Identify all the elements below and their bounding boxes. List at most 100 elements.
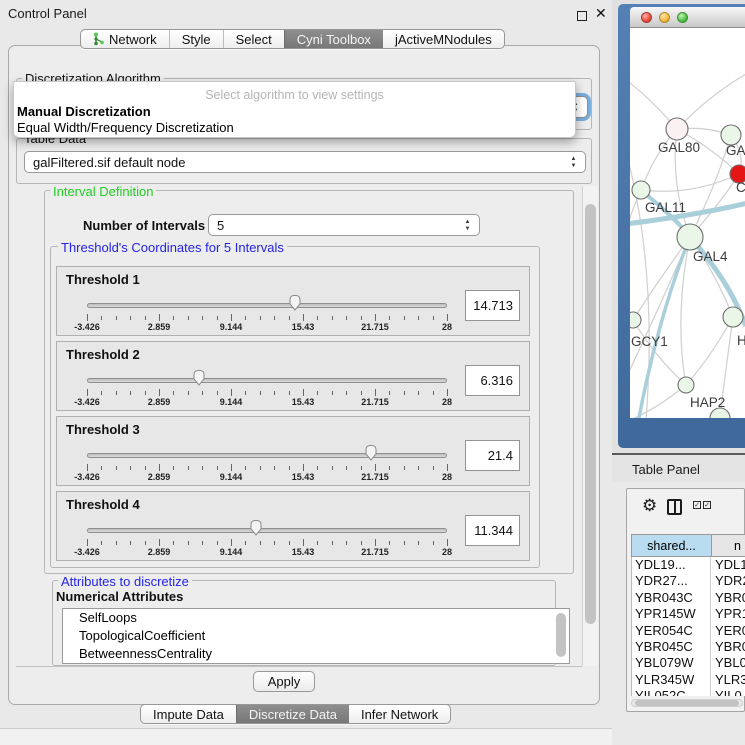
ruler-tick (116, 466, 117, 470)
zoom-traffic-light-icon[interactable] (677, 12, 688, 23)
close-traffic-light-icon[interactable] (641, 12, 652, 23)
close-icon[interactable]: ✕ (595, 5, 607, 22)
tab-infer-network[interactable]: Infer Network (349, 705, 450, 723)
ruler-tick (274, 541, 275, 545)
ruler-tick (346, 466, 347, 470)
cell-shared-name: YBL079W (635, 655, 694, 671)
threshold-value-field[interactable]: 6.316 (465, 365, 520, 396)
table-row[interactable]: YBR043CYBR0 (632, 590, 745, 606)
table-row[interactable]: YBR045CYBR0 (632, 639, 745, 655)
slider-thumb[interactable] (288, 294, 302, 311)
table-row[interactable]: YDL19...YDL1 (632, 557, 745, 573)
network-window-titlebar[interactable] (630, 7, 745, 28)
node-gal80[interactable] (666, 118, 688, 140)
threshold-value-field[interactable]: 14.713 (465, 290, 520, 321)
ruler-tick-label: 15.43 (292, 472, 315, 482)
ruler-tick (231, 389, 232, 396)
split-columns-icon[interactable] (667, 499, 682, 515)
table-row[interactable]: YIL052CYIL0 (632, 688, 745, 696)
ruler-tick (145, 391, 146, 395)
threshold-value-field[interactable]: 21.4 (465, 440, 520, 471)
float-panel-icon[interactable] (577, 11, 587, 21)
dropdown-option-equal-width[interactable]: Equal Width/Frequency Discretization (17, 120, 573, 136)
ruler-tick (389, 541, 390, 545)
ruler-tick (202, 541, 203, 545)
table-row[interactable]: YPR145WYPR1 (632, 606, 745, 622)
slider-track[interactable] (87, 378, 447, 383)
ruler-tick-label: 28 (442, 547, 452, 557)
node-gal4[interactable] (677, 224, 703, 250)
scrollbar-thumb[interactable] (585, 204, 596, 624)
ruler-tick (159, 314, 160, 321)
table-row[interactable]: YDR27...YDR2 (632, 573, 745, 589)
checkbox-icon[interactable]: ✓ (703, 501, 711, 509)
ruler-tick (332, 466, 333, 470)
cell-name: YBL0 (715, 655, 745, 671)
status-strip (0, 728, 612, 745)
network-canvas[interactable]: GAL80GACGAL11GAL4GCY1HHAP2 (630, 28, 745, 418)
control-panel-titlebar: Control Panel ✕ (0, 0, 612, 27)
list-scrollbar[interactable] (555, 611, 567, 663)
tab-style[interactable]: Style (169, 30, 223, 48)
ruler-tick (418, 541, 419, 545)
scrollbar-thumb[interactable] (556, 613, 566, 657)
ruler-tick (87, 539, 88, 546)
ruler-tick (418, 316, 419, 320)
control-panel: Control Panel ✕ Network Style Select Cyn… (0, 0, 612, 745)
tab-impute-data[interactable]: Impute Data (141, 705, 236, 723)
numerical-attributes-list[interactable]: SelfLoopsTopologicalCoefficientBetweenne… (62, 608, 570, 664)
num-intervals-combobox[interactable]: 5 ▲▼ (208, 214, 480, 236)
ruler-tick (361, 541, 362, 545)
ruler-tick-label: 21.715 (361, 547, 389, 557)
ruler-tick (159, 389, 160, 396)
column-header-shared-name[interactable]: shared... (631, 534, 711, 557)
table-row[interactable]: YLR345WYLR3 (632, 672, 745, 688)
node[interactable] (721, 125, 741, 145)
table-row[interactable]: YER054CYER0 (632, 623, 745, 639)
ruler-tick (145, 541, 146, 545)
slider-track[interactable] (87, 453, 447, 458)
main-vertical-scrollbar[interactable] (582, 186, 598, 666)
ruler-tick (418, 391, 419, 395)
slider-track[interactable] (87, 303, 447, 308)
slider-thumb[interactable] (249, 519, 263, 536)
node-gal11[interactable] (632, 181, 650, 199)
tab-network[interactable]: Network (81, 30, 169, 48)
column-header-name[interactable]: n (711, 534, 745, 557)
horizontal-scrollbar[interactable] (631, 699, 743, 707)
ruler-tick-label: 9.144 (220, 547, 243, 557)
ruler-tick (303, 464, 304, 471)
attribute-list-item[interactable]: TopologicalCoefficient (63, 627, 569, 645)
dropdown-option-manual[interactable]: Manual Discretization (17, 104, 573, 120)
ruler-tick (389, 466, 390, 470)
ruler-tick-label: 9.144 (220, 322, 243, 332)
minimize-traffic-light-icon[interactable] (659, 12, 670, 23)
ruler-tick (404, 391, 405, 395)
slider-thumb[interactable] (364, 444, 378, 461)
tab-cyni-toolbox[interactable]: Cyni Toolbox (284, 30, 383, 48)
apply-button[interactable]: Apply (253, 671, 315, 692)
node[interactable] (723, 307, 743, 327)
tab-select[interactable]: Select (223, 30, 284, 48)
attribute-list-item[interactable]: SelfLoops (63, 609, 569, 627)
gear-icon[interactable]: ⚙ (642, 496, 657, 516)
node-gcy1[interactable] (630, 312, 641, 328)
threshold-panel-4: Threshold 4-3.4262.8599.14415.4321.71528… (56, 491, 530, 561)
attribute-list-item[interactable]: BetweennessCentrality (63, 645, 569, 663)
ruler-tick (346, 541, 347, 545)
tab-jactivemnodules[interactable]: jActiveMNodules (383, 30, 504, 48)
node-hap2[interactable] (678, 377, 694, 393)
scrollbar-thumb[interactable] (635, 700, 739, 706)
table-data-combobox[interactable]: galFiltered.sif default node ▲▼ (24, 151, 586, 173)
table-row[interactable]: YBL079W YBL0 (632, 655, 745, 671)
ruler-tick (87, 314, 88, 321)
slider-thumb[interactable] (192, 369, 206, 386)
tab-discretize-data[interactable]: Discretize Data (236, 705, 349, 723)
cell-shared-name: YDL19... (635, 557, 686, 573)
slider-track[interactable] (87, 528, 447, 533)
threshold-value-field[interactable]: 11.344 (465, 515, 520, 546)
ruler-tick-label: 9.144 (220, 472, 243, 482)
combo-arrows-icon: ▲▼ (463, 218, 472, 234)
threshold-label: Threshold 2 (66, 347, 140, 362)
checkbox-icon[interactable]: ✓ (693, 501, 701, 509)
